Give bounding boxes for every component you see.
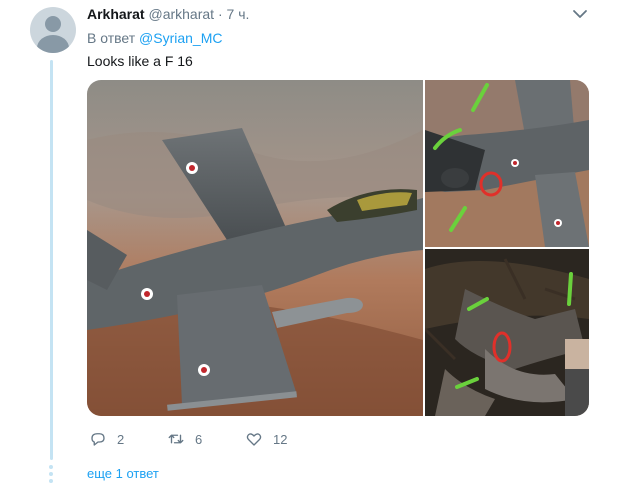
- media-grid: [87, 80, 589, 416]
- thread-dots: [49, 465, 53, 486]
- user-handle[interactable]: @arkharat: [148, 6, 214, 22]
- like-icon: [246, 433, 262, 446]
- reply-icon: [91, 433, 105, 446]
- retweet-button[interactable]: 6: [167, 430, 245, 448]
- display-name[interactable]: Arkharat: [87, 6, 145, 22]
- tweet-actions: 2 6 12: [89, 430, 323, 448]
- photo-jet-marked[interactable]: [425, 80, 589, 247]
- like-button[interactable]: 12: [245, 430, 323, 448]
- chevron-down-icon[interactable]: [570, 4, 590, 24]
- tweet-text: Looks like a F 16: [87, 53, 193, 69]
- timestamp[interactable]: 7 ч.: [227, 6, 250, 22]
- thread-line: [50, 60, 53, 460]
- like-count: 12: [273, 431, 288, 447]
- reply-count: 2: [117, 431, 125, 447]
- reply-button[interactable]: 2: [89, 430, 167, 448]
- reply-prefix: В ответ: [87, 30, 136, 46]
- reply-context: В ответ @Syrian_MC: [87, 30, 222, 46]
- retweet-count: 6: [195, 431, 203, 447]
- separator: ·: [217, 6, 223, 22]
- photo-wreckage-marked[interactable]: [425, 249, 589, 416]
- retweet-icon: [168, 434, 184, 444]
- photo-jet-closeup[interactable]: [87, 80, 423, 416]
- reply-mention-link[interactable]: @Syrian_MC: [139, 30, 222, 46]
- tweet-header: Arkharat @arkharat · 7 ч.: [87, 6, 249, 22]
- more-replies-link[interactable]: еще 1 ответ: [87, 466, 159, 481]
- avatar[interactable]: [30, 7, 76, 53]
